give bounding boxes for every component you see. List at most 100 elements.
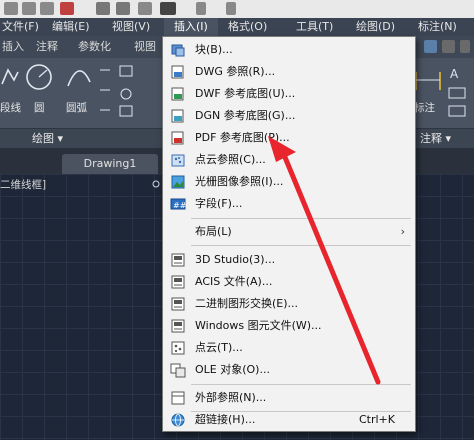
workspace-icon[interactable] — [160, 2, 176, 15]
dwf-underlay-icon — [171, 87, 184, 101]
share-icon[interactable] — [196, 2, 206, 15]
dimension-icon[interactable] — [414, 68, 442, 92]
binary-exchange-icon — [171, 297, 185, 311]
menu-bar: 文件(F) 编辑(E) 视图(V) 插入(I) 格式(O) 工具(T) 绘图(D… — [0, 18, 474, 36]
menu-item-label: 点云参照(C)... — [195, 153, 266, 166]
acis-file-icon — [171, 275, 185, 289]
quick-access-toolbar — [0, 0, 474, 18]
print-icon[interactable] — [60, 2, 74, 15]
menu-separator — [191, 218, 411, 219]
menu-item-label: DWG 参照(R)... — [195, 65, 276, 78]
menu-item-label: DWF 参考底图(U)... — [195, 87, 296, 100]
menu-item-ole-object[interactable]: OLE 对象(O)... — [163, 359, 415, 381]
menu-separator — [191, 384, 411, 385]
arc-label: 圆弧 — [66, 102, 87, 114]
new-icon[interactable] — [4, 2, 18, 15]
draw-tools-icon[interactable] — [98, 64, 112, 124]
redo-icon[interactable] — [116, 2, 130, 15]
tab-annotate[interactable]: 注释 — [36, 36, 58, 58]
hyperlink-icon — [171, 413, 185, 427]
menu-item-label: 点云(T)... — [195, 341, 243, 354]
menu-tools[interactable]: 工具(T) — [296, 18, 333, 36]
menu-edit[interactable]: 编辑(E) — [52, 18, 90, 36]
menu-item-acis-file[interactable]: ACIS 文件(A)... — [163, 271, 415, 293]
crosshair-icon — [152, 180, 160, 188]
save-icon[interactable] — [40, 2, 54, 15]
menu-dimension[interactable]: 标注(N) — [418, 18, 457, 36]
menu-item-shortcut: Ctrl+K — [358, 413, 395, 426]
dropdown-icon[interactable] — [226, 2, 236, 15]
menu-item-raster-image[interactable]: 光栅图像参照(I)... — [163, 171, 415, 193]
menu-separator — [191, 245, 411, 246]
3d-studio-icon — [171, 253, 185, 267]
circle-label: 圆 — [34, 102, 45, 114]
svg-text:A: A — [450, 67, 459, 81]
rectangle-tools-icon[interactable] — [118, 64, 158, 124]
point-cloud-icon — [171, 341, 185, 355]
menu-item-dwg-reference[interactable]: DWG 参照(R)... — [163, 61, 415, 83]
polyline-label: 段线 — [0, 102, 21, 114]
menu-item-3d-studio[interactable]: 3D Studio(3)... — [163, 249, 415, 271]
menu-item-label: 块(B)... — [195, 43, 233, 56]
menu-item-label: 布局(L) — [195, 225, 232, 238]
menu-item-windows-metafile[interactable]: Windows 图元文件(W)... — [163, 315, 415, 337]
tab-parametric[interactable]: 参数化 — [78, 36, 111, 58]
menu-item-label: 超链接(H)... — [195, 413, 256, 426]
external-reference-icon — [171, 391, 185, 405]
tab-view[interactable]: 视图 — [134, 36, 156, 58]
menu-item-label: 3D Studio(3)... — [195, 253, 276, 266]
menu-file[interactable]: 文件(F) — [2, 18, 39, 36]
menu-item-label: 字段(F)... — [195, 197, 243, 210]
menu-item-pdf-underlay[interactable]: PDF 参考底图(P)... — [163, 127, 415, 149]
menu-item-label: 光栅图像参照(I)... — [195, 175, 284, 188]
plot-icon[interactable] — [138, 2, 152, 15]
drawing-tab[interactable]: Drawing1 — [62, 154, 158, 174]
pdf-underlay-icon — [171, 131, 184, 145]
tab-insert[interactable]: 插入 — [2, 36, 24, 58]
submenu-arrow-icon: › — [400, 225, 405, 238]
ribbon-more-icon[interactable] — [460, 40, 470, 53]
menu-item-dgn-underlay[interactable]: DGN 参考底图(G)... — [163, 105, 415, 127]
menu-item-external-reference[interactable]: 外部参照(N)... — [163, 387, 415, 409]
dwg-reference-icon — [171, 65, 184, 79]
point-cloud-icon — [171, 154, 185, 167]
raster-image-icon — [171, 175, 185, 189]
annotate-panel-title[interactable]: 注释 ▾ — [420, 129, 451, 149]
menu-item-label: 外部参照(N)... — [195, 391, 267, 404]
menu-item-dwf-underlay[interactable]: DWF 参考底图(U)... — [163, 83, 415, 105]
ribbon-option-icon[interactable] — [424, 40, 437, 53]
menu-draw[interactable]: 绘图(D) — [356, 18, 395, 36]
menu-item-point-cloud-reference[interactable]: 点云参照(C)... — [163, 149, 415, 171]
menu-item-point-cloud[interactable]: 点云(T)... — [163, 337, 415, 359]
menu-item-field[interactable]: ## 字段(F)... — [163, 193, 415, 215]
menu-view[interactable]: 视图(V) — [112, 18, 150, 36]
polyline-icon[interactable] — [0, 66, 20, 88]
svg-text:##: ## — [173, 201, 186, 210]
arc-icon[interactable] — [64, 62, 94, 92]
menu-item-binary-exchange[interactable]: 二进制图形交换(E)... — [163, 293, 415, 315]
field-icon: ## — [170, 198, 186, 210]
dimension-label: 标注 — [414, 102, 435, 114]
annotate-tools-icon[interactable]: A — [446, 64, 472, 124]
menu-item-label: 二进制图形交换(E)... — [195, 297, 299, 310]
insert-menu: 块(B)... DWG 参照(R)... DWF 参考底图(U)... DGN … — [162, 36, 416, 432]
ole-object-icon — [170, 363, 186, 378]
menu-item-layout[interactable]: 布局(L) › — [163, 221, 415, 243]
menu-item-block[interactable]: 块(B)... — [163, 39, 415, 61]
viewport-style-label[interactable]: 二维线框] — [0, 177, 46, 192]
menu-format[interactable]: 格式(O) — [228, 18, 267, 36]
menu-item-label: DGN 参考底图(G)... — [195, 109, 296, 122]
ribbon-minimize-icon[interactable] — [442, 40, 455, 53]
block-icon — [171, 44, 185, 57]
open-icon[interactable] — [22, 2, 36, 15]
draw-panel-title[interactable]: 绘图 ▾ — [32, 129, 63, 149]
windows-metafile-icon — [171, 319, 185, 333]
menu-item-hyperlink[interactable]: 超链接(H)... Ctrl+K — [163, 409, 415, 431]
menu-item-label: PDF 参考底图(P)... — [195, 131, 290, 144]
undo-icon[interactable] — [96, 2, 110, 15]
circle-icon[interactable] — [24, 62, 54, 92]
menu-item-label: ACIS 文件(A)... — [195, 275, 273, 288]
menu-insert[interactable]: 插入(I) — [164, 18, 218, 36]
menu-item-label: OLE 对象(O)... — [195, 363, 270, 376]
menu-item-label: Windows 图元文件(W)... — [195, 319, 322, 332]
